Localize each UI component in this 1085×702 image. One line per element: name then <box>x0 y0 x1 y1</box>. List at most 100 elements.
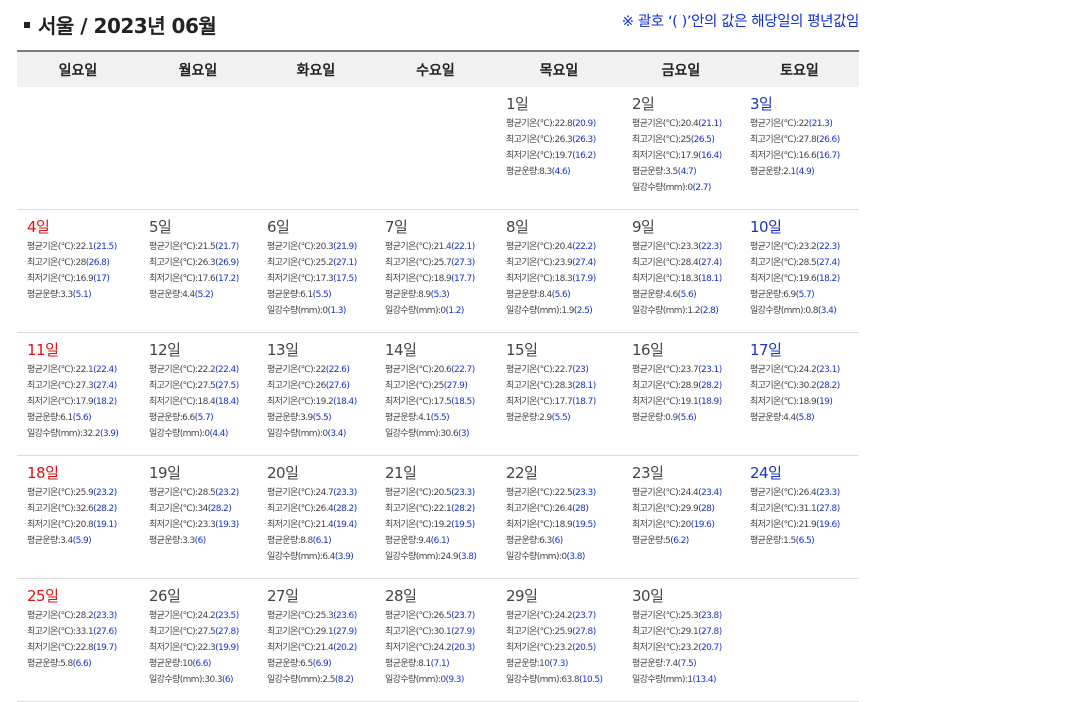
week-row: 1일 평균기온(℃):22.8(20.9) 최고기온(℃):26.3(26.3) 최저… <box>17 87 859 210</box>
empty-day-cell <box>139 87 257 210</box>
min-temp-line: 최저기온(℃):17.9(18.2) <box>27 397 117 407</box>
max-temp-line: 최고기온(℃):30.2(28.2) <box>750 381 840 391</box>
stat-value: 25.9 <box>75 488 94 498</box>
stat-value: 7.4 <box>665 659 678 669</box>
normal-value: 19.3 <box>218 520 236 530</box>
weekday-header: 금요일 <box>622 50 740 87</box>
normal-value: 5.6 <box>680 413 694 423</box>
cloud-line: 평균운량:9.4(6.1) <box>385 536 450 546</box>
calendar-body: 1일 평균기온(℃):22.8(20.9) 최고기온(℃):26.3(26.3) 최저… <box>17 87 859 702</box>
stat-value: 17.9 <box>680 151 699 161</box>
normal-value: 3.8 <box>569 552 582 562</box>
avg-temp-line: 평균기온(℃):26.4(23.3) <box>750 488 840 498</box>
normal-value: 23.3 <box>336 488 354 498</box>
rain-line: 일강수량(mm):2.5(8.2) <box>267 675 354 685</box>
stat-label: 일강수량(mm): <box>385 429 441 439</box>
day-number: 27일 <box>267 587 299 605</box>
stat-label: 최저기온(℃): <box>27 397 76 407</box>
normal-value: 18.2 <box>819 274 837 284</box>
stat-label: 평균기온(℃): <box>750 365 799 375</box>
normal-value: 3.4 <box>820 306 834 316</box>
day-cell: 17일 평균기온(℃):24.2(23.1) 최고기온(℃):30.2(28.2) 최… <box>740 332 859 456</box>
stat-label: 일강수량(mm): <box>149 675 205 685</box>
day-number: 28일 <box>385 587 417 605</box>
stat-value: 22.7 <box>554 365 573 375</box>
normal-value: 1.3 <box>330 306 343 316</box>
rain-line: 일강수량(mm):1.9(2.5) <box>506 306 593 316</box>
stat-value: 21.9 <box>798 520 817 530</box>
stat-value: 32.2 <box>82 429 100 439</box>
day-number: 3일 <box>750 95 773 113</box>
stat-label: 최고기온(℃): <box>149 627 198 637</box>
stat-label: 평균기온(℃): <box>385 242 434 252</box>
day-number: 15일 <box>506 341 538 359</box>
day-number: 17일 <box>750 341 782 359</box>
avg-temp-line: 평균기온(℃):25.3(23.6) <box>267 611 357 621</box>
stat-label: 평균운량: <box>750 536 784 546</box>
day-number: 8일 <box>506 218 529 236</box>
stat-label: 평균운량: <box>506 536 540 546</box>
cloud-line: 평균운량:8.9(5.3) <box>385 290 450 300</box>
day-number: 9일 <box>632 218 655 236</box>
cloud-line: 평균운량:8.4(5.6) <box>506 290 571 300</box>
stat-label: 평균운량: <box>632 659 666 669</box>
stat-label: 평균운량: <box>632 290 666 300</box>
stat-value: 20.4 <box>680 119 699 129</box>
min-temp-line: 최저기온(℃):17.7(18.7) <box>506 397 596 407</box>
cloud-line: 평균운량:3.4(5.9) <box>27 536 92 546</box>
stat-label: 평균운량: <box>506 413 540 423</box>
normal-value: 17.5 <box>336 274 354 284</box>
stat-value: 29.1 <box>315 627 334 637</box>
stat-label: 평균운량: <box>149 290 183 300</box>
normal-value: 4.4 <box>212 429 225 439</box>
normal-value: 7.3 <box>552 659 565 669</box>
cloud-line: 평균운량:6.3(6) <box>506 536 563 546</box>
min-temp-line: 최저기온(℃):21.4(19.4) <box>267 520 357 530</box>
normal-value: 27.8 <box>819 504 837 514</box>
normal-value: 23.5 <box>218 611 236 621</box>
stat-label: 일강수량(mm): <box>750 306 806 316</box>
normal-value: 28.2 <box>336 504 354 514</box>
avg-temp-line: 평균기온(℃):24.2(23.5) <box>149 611 239 621</box>
stat-label: 최고기온(℃): <box>149 258 198 268</box>
stat-value: 22 <box>798 119 809 129</box>
normal-value: 27.4 <box>819 258 837 268</box>
max-temp-line: 최고기온(℃):28(26.8) <box>27 258 110 268</box>
stat-value: 24.4 <box>680 488 699 498</box>
normal-value: 4.6 <box>554 167 568 177</box>
normal-value: 23.6 <box>336 611 354 621</box>
normal-value: 21.7 <box>218 242 236 252</box>
day-cell: 12일 평균기온(℃):22.2(22.4) 최고기온(℃):27.5(27.5) 최… <box>139 332 257 456</box>
stat-label: 일강수량(mm): <box>149 429 205 439</box>
stat-label: 평균기온(℃): <box>632 488 681 498</box>
stat-label: 평균기온(℃): <box>632 611 681 621</box>
stat-label: 평균운량: <box>750 290 784 300</box>
normal-value: 28.2 <box>454 504 472 514</box>
stat-value: 18.9 <box>798 397 817 407</box>
stat-value: 22.8 <box>554 119 573 129</box>
week-row: 18일 평균기온(℃):25.9(23.2) 최고기온(℃):32.6(28.2) 최… <box>17 455 859 579</box>
normal-value: 6.6 <box>75 659 89 669</box>
stat-label: 평균운량: <box>506 290 540 300</box>
normal-value: 27.8 <box>218 627 236 637</box>
stat-label: 최저기온(℃): <box>385 274 434 284</box>
normal-value: 23.3 <box>96 611 114 621</box>
stat-value: 19.6 <box>798 274 817 284</box>
stat-label: 최고기온(℃): <box>267 504 316 514</box>
normal-value: 22.3 <box>701 242 719 252</box>
day-cell: 6일 평균기온(℃):20.3(21.9) 최고기온(℃):25.2(27.1) 최저… <box>257 209 375 333</box>
normal-value: 5.5 <box>315 413 329 423</box>
normal-value: 22.1 <box>454 242 472 252</box>
stat-label: 최저기온(℃): <box>506 151 555 161</box>
stat-label: 최고기온(℃): <box>632 627 681 637</box>
stat-label: 평균기온(℃): <box>385 488 434 498</box>
avg-temp-line: 평균기온(℃):20.4(21.1) <box>632 119 722 129</box>
stat-value: 6.6 <box>182 413 195 423</box>
normal-value: 27.4 <box>701 258 719 268</box>
normal-value: 27.6 <box>96 627 114 637</box>
cloud-line: 평균운량:4.1(5.5) <box>385 413 450 423</box>
cloud-line: 평균운량:3.5(4.7) <box>632 167 697 177</box>
normal-value: 19.4 <box>336 520 354 530</box>
normal-value: 28 <box>701 504 712 514</box>
normal-value: 5.2 <box>197 290 211 300</box>
